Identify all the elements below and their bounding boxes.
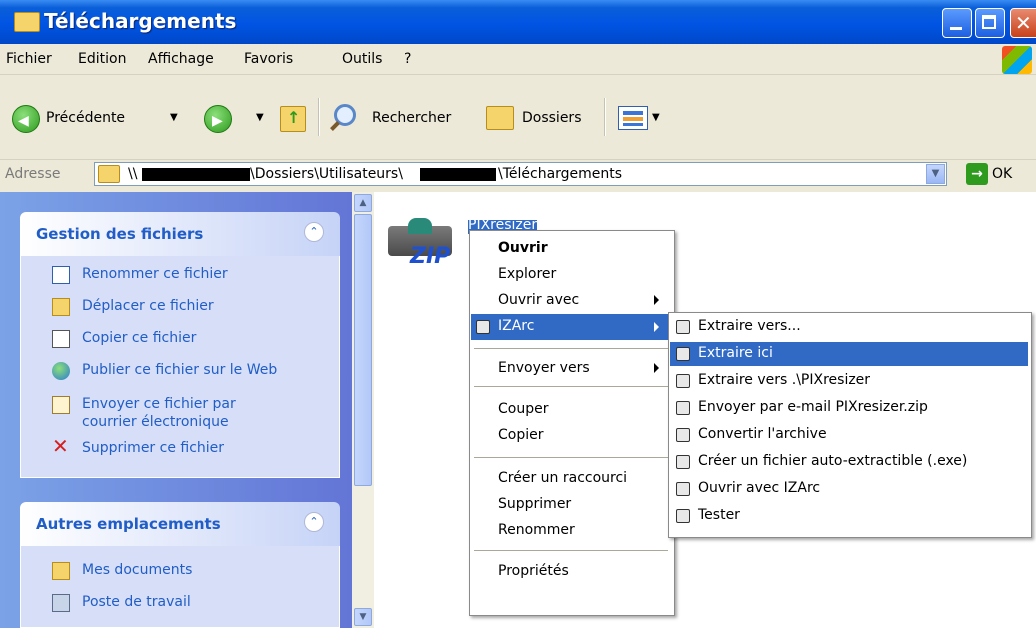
my-documents-icon	[52, 562, 70, 580]
publish-web-icon	[52, 362, 70, 380]
ctx-separator	[474, 386, 668, 387]
context-menu	[469, 230, 675, 616]
maximize-button[interactable]	[975, 8, 1005, 38]
redacted-block	[142, 168, 250, 181]
task-move[interactable]: Déplacer ce fichier	[82, 298, 214, 314]
task-delete[interactable]: Supprimer ce fichier	[82, 440, 224, 456]
scroll-thumb[interactable]	[354, 214, 372, 486]
ctx-explore[interactable]: Explorer	[498, 266, 556, 282]
submenu-arrow-icon	[654, 295, 659, 305]
izarc-icon	[676, 347, 690, 361]
address-path-part2: \Téléchargements	[498, 166, 623, 182]
collapse-icon[interactable]: ⌃	[304, 512, 324, 532]
izarc-icon	[476, 320, 490, 334]
window-title: Téléchargements	[44, 9, 237, 33]
my-computer-icon	[52, 594, 70, 612]
go-arrow-icon[interactable]: →	[966, 163, 988, 185]
email-icon	[52, 396, 70, 414]
izarc-extract-to-folder[interactable]: Extraire vers .\PIXresizer	[698, 372, 870, 388]
izarc-icon	[676, 320, 690, 334]
address-path-part1: \Dossiers\Utilisateurs\	[250, 166, 403, 182]
toolbar-separator	[318, 98, 320, 136]
izarc-extract-to[interactable]: Extraire vers...	[698, 318, 801, 334]
izarc-convert[interactable]: Convertir l'archive	[698, 426, 827, 442]
place-my-computer[interactable]: Poste de travail	[82, 594, 191, 610]
copy-icon	[52, 330, 70, 348]
back-dropdown-icon[interactable]: ▼	[170, 112, 178, 123]
go-button[interactable]: OK	[992, 166, 1012, 182]
izarc-icon	[676, 482, 690, 496]
redacted-block	[420, 168, 496, 181]
forward-arrow-icon[interactable]: ▶	[204, 105, 232, 133]
minimize-button[interactable]	[942, 8, 972, 38]
delete-icon: ✕	[52, 434, 69, 458]
ctx-send-to[interactable]: Envoyer vers	[498, 360, 590, 376]
windows-logo-icon	[1002, 46, 1032, 74]
folders-icon[interactable]	[486, 106, 514, 130]
submenu-arrow-icon	[654, 322, 659, 332]
address-folder-icon	[98, 165, 120, 183]
toolbar	[0, 75, 1036, 159]
file-tasks-title[interactable]: Gestion des fichiers	[36, 225, 203, 243]
folder-icon	[14, 12, 40, 32]
ctx-open[interactable]: Ouvrir	[498, 240, 548, 256]
izarc-email[interactable]: Envoyer par e-mail PIXresizer.zip	[698, 399, 928, 415]
ctx-cut[interactable]: Couper	[498, 401, 548, 417]
menu-affichage[interactable]: Affichage	[148, 51, 214, 67]
scroll-up-button[interactable]: ▲	[354, 194, 372, 212]
address-label: Adresse	[5, 166, 61, 182]
ctx-separator	[474, 457, 668, 458]
izarc-icon	[676, 374, 690, 388]
task-email-line2[interactable]: courrier électronique	[82, 414, 229, 430]
izarc-open-with[interactable]: Ouvrir avec IZArc	[698, 480, 820, 496]
folders-button[interactable]: Dossiers	[522, 110, 582, 126]
address-dropdown-button[interactable]: ▼	[926, 164, 945, 184]
ctx-create-shortcut[interactable]: Créer un raccourci	[498, 470, 627, 486]
other-places-body	[20, 546, 340, 628]
izarc-icon	[676, 401, 690, 415]
izarc-test[interactable]: Tester	[698, 507, 740, 523]
move-icon	[52, 298, 70, 316]
address-path-prefix: \\	[128, 166, 138, 182]
views-dropdown-icon[interactable]: ▼	[652, 112, 660, 123]
scroll-down-button[interactable]: ▼	[354, 608, 372, 626]
task-email-line1[interactable]: Envoyer ce fichier par	[82, 396, 236, 412]
izarc-icon	[676, 509, 690, 523]
other-places-title[interactable]: Autres emplacements	[36, 515, 221, 533]
menu-outils[interactable]: Outils	[342, 51, 382, 67]
views-icon[interactable]	[618, 106, 648, 130]
back-button[interactable]: Précédente	[46, 110, 125, 126]
forward-dropdown-icon[interactable]: ▼	[256, 112, 264, 123]
zip-archive-icon[interactable]: ZIP	[386, 218, 462, 270]
ctx-izarc[interactable]: IZArc	[498, 318, 534, 334]
menu-fichier[interactable]: Fichier	[6, 51, 52, 67]
ctx-open-with[interactable]: Ouvrir avec	[498, 292, 579, 308]
place-my-documents[interactable]: Mes documents	[82, 562, 192, 578]
ctx-rename[interactable]: Renommer	[498, 522, 575, 538]
menu-favoris[interactable]: Favoris	[244, 51, 293, 67]
izarc-icon	[676, 455, 690, 469]
search-button[interactable]: Rechercher	[372, 110, 451, 126]
up-folder-icon[interactable]: ↑	[280, 106, 306, 132]
ctx-delete[interactable]: Supprimer	[498, 496, 571, 512]
izarc-extract-here[interactable]: Extraire ici	[698, 345, 773, 361]
collapse-icon[interactable]: ⌃	[304, 222, 324, 242]
menu-edition[interactable]: Edition	[78, 51, 126, 67]
task-rename[interactable]: Renommer ce fichier	[82, 266, 228, 282]
izarc-icon	[676, 428, 690, 442]
task-publish[interactable]: Publier ce fichier sur le Web	[82, 362, 277, 378]
izarc-create-sfx[interactable]: Créer un fichier auto-extractible (.exe)	[698, 453, 967, 469]
ctx-copy[interactable]: Copier	[498, 427, 544, 443]
submenu-arrow-icon	[654, 363, 659, 373]
close-button[interactable]: ✕	[1010, 8, 1036, 38]
toolbar-separator	[604, 98, 606, 136]
ctx-separator	[474, 550, 668, 551]
ctx-properties[interactable]: Propriétés	[498, 563, 569, 579]
back-arrow-icon[interactable]: ◀	[12, 105, 40, 133]
menu-help[interactable]: ?	[404, 51, 411, 67]
ctx-separator	[474, 348, 668, 349]
rename-icon	[52, 266, 70, 284]
task-copy[interactable]: Copier ce fichier	[82, 330, 196, 346]
